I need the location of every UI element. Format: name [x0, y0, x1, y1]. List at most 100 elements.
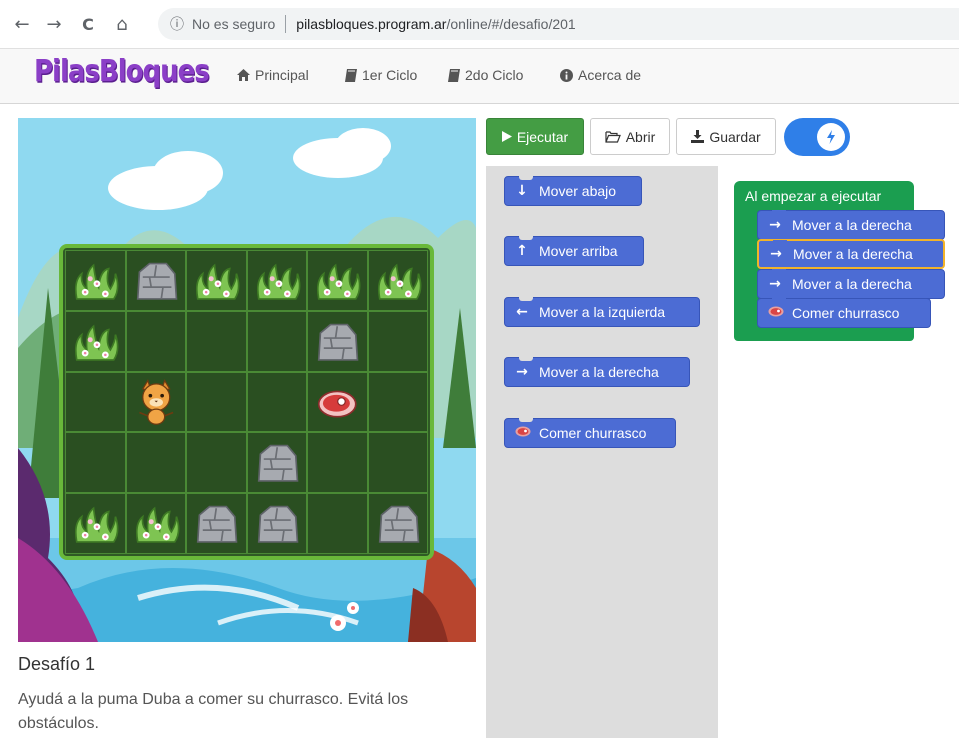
board-cell	[186, 310, 247, 372]
board-cell	[125, 250, 186, 311]
board-cell	[367, 371, 428, 433]
block-label: Mover a la derecha	[792, 276, 912, 292]
block-label: Mover a la derecha	[793, 246, 913, 262]
bush-obstacle	[252, 255, 303, 306]
board-cell	[367, 432, 428, 494]
nav-principal[interactable]: Principal	[237, 67, 309, 83]
browser-toolbar: ← → C ⌂ ⓘ No es seguro pilasbloques.prog…	[0, 0, 959, 48]
board-cell	[307, 250, 368, 311]
board-cell	[307, 371, 368, 433]
board-cell	[246, 493, 307, 554]
reload-icon[interactable]: C	[74, 10, 102, 38]
board-cell	[186, 250, 247, 311]
bush-obstacle	[312, 255, 363, 306]
board-cell	[367, 493, 428, 554]
board-cell	[125, 310, 186, 372]
lightning-icon	[817, 123, 845, 151]
bush-obstacle	[70, 498, 121, 549]
forward-icon[interactable]: →	[40, 10, 68, 38]
block-mover-a-la-izquierda[interactable]: ← Mover a la izquierda	[504, 297, 700, 327]
arrow-right-icon: →	[516, 364, 528, 380]
open-button[interactable]: Abrir	[590, 118, 670, 155]
rock-obstacle	[131, 255, 182, 306]
rock-obstacle	[252, 498, 303, 549]
board-cell	[65, 310, 126, 372]
save-button[interactable]: Guardar	[676, 118, 776, 155]
board-cell	[125, 493, 186, 554]
info-icon[interactable]: ⓘ	[170, 14, 184, 34]
board-cell	[125, 371, 186, 433]
board-cell	[186, 432, 247, 494]
nav-principal-label: Principal	[255, 67, 309, 83]
url-host: pilasbloques.program.ar	[296, 16, 447, 32]
start-block-label: Al empezar a ejecutar	[745, 188, 882, 204]
home-icon[interactable]: ⌂	[108, 10, 136, 38]
block-mover-arriba[interactable]: ↑ Mover arriba	[504, 236, 644, 266]
board-cell	[246, 250, 307, 311]
block-mover-a-la-derecha[interactable]: → Mover a la derecha	[757, 239, 945, 269]
url-path: /online/#/desafio/201	[446, 16, 576, 32]
bush-obstacle	[191, 255, 242, 306]
board-cell	[186, 371, 247, 433]
nav-2do-ciclo[interactable]: 2do Ciclo	[448, 67, 523, 83]
block-comer-churrasco[interactable]: Comer churrasco	[757, 298, 931, 328]
board-cell	[65, 371, 126, 433]
challenge-title: Desafío 1	[18, 654, 96, 674]
board-cell	[65, 250, 126, 311]
rock-obstacle	[312, 316, 363, 367]
block-notch	[519, 236, 533, 240]
block-label: Mover arriba	[539, 243, 618, 259]
block-label: Mover a la derecha	[792, 217, 912, 233]
block-comer-churrasco[interactable]: Comer churrasco	[504, 418, 676, 448]
app-navbar: PilasBloques Principal 1er Ciclo 2do Cic…	[0, 48, 959, 104]
open-button-label: Abrir	[625, 128, 656, 145]
run-button[interactable]: Ejecutar	[486, 118, 584, 155]
puma-character	[131, 377, 182, 428]
nav-1er-ciclo[interactable]: 1er Ciclo	[345, 67, 417, 83]
arrow-right-icon: →	[769, 217, 781, 233]
challenge-description: Ayudá a la puma Duba a comer su churrasc…	[18, 691, 409, 732]
board-cell	[246, 371, 307, 433]
address-bar[interactable]: ⓘ No es seguro pilasbloques.program.ar/o…	[158, 8, 959, 40]
bush-obstacle	[70, 255, 121, 306]
back-icon[interactable]: ←	[8, 10, 36, 38]
block-label: Mover a la izquierda	[539, 304, 666, 320]
block-mover-a-la-derecha[interactable]: → Mover a la derecha	[504, 357, 690, 387]
block-notch	[519, 297, 533, 301]
board-cell	[125, 432, 186, 494]
board-cell	[65, 493, 126, 554]
nav-acerca-de-label: Acerca de	[578, 67, 642, 83]
steak-icon	[515, 425, 531, 441]
block-notch	[519, 357, 533, 361]
board-cell	[246, 432, 307, 494]
info-circle-icon	[560, 68, 573, 82]
block-mover-a-la-derecha[interactable]: → Mover a la derecha	[757, 210, 945, 240]
board-cell	[367, 250, 428, 311]
game-board	[65, 250, 428, 554]
nav-acerca-de[interactable]: Acerca de	[560, 67, 641, 83]
arrow-down-icon: ↓	[516, 183, 528, 199]
rock-obstacle	[373, 498, 424, 549]
security-status: No es seguro	[192, 16, 276, 32]
board-cell	[307, 432, 368, 494]
run-button-label: Ejecutar	[516, 128, 569, 145]
block-mover-abajo[interactable]: ↓ Mover abajo	[504, 176, 642, 206]
divider	[285, 15, 287, 33]
block-label: Mover a la derecha	[539, 364, 659, 380]
block-mover-a-la-derecha[interactable]: → Mover a la derecha	[757, 269, 945, 299]
steak-icon	[768, 305, 784, 321]
board-cell	[65, 432, 126, 494]
board-cell	[307, 493, 368, 554]
block-label: Comer churrasco	[792, 305, 900, 321]
arrow-up-icon: ↑	[516, 243, 528, 259]
board-cell	[367, 310, 428, 372]
book-icon	[345, 68, 357, 82]
game-scene	[18, 118, 476, 642]
arrow-right-icon: →	[769, 276, 781, 292]
download-icon	[691, 130, 705, 143]
app-logo[interactable]: PilasBloques	[34, 55, 210, 90]
block-notch	[773, 240, 787, 244]
board-cell	[186, 493, 247, 554]
turbo-toggle[interactable]	[784, 118, 850, 156]
board-cell	[246, 310, 307, 372]
